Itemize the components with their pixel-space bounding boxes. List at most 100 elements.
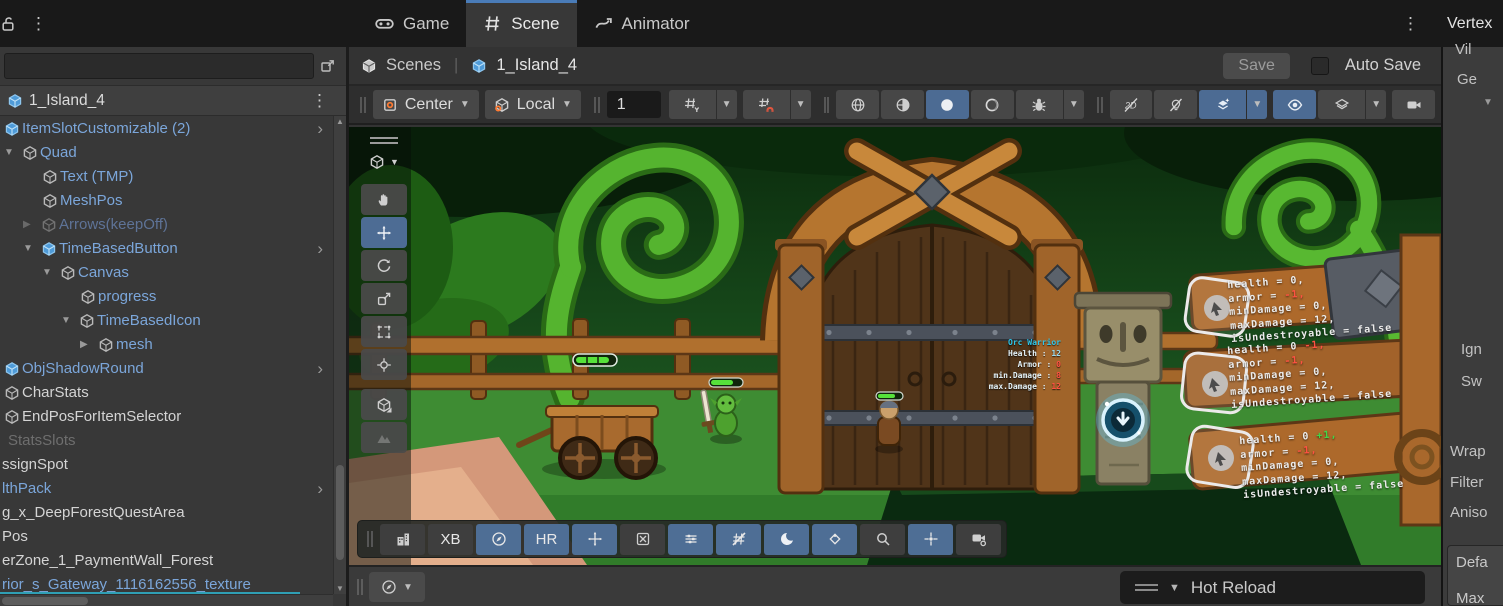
handle-rotation-dropdown[interactable]: Local▼ — [485, 90, 581, 119]
move-overlay-tool-button[interactable] — [572, 524, 617, 555]
unlock-icon[interactable] — [0, 16, 16, 32]
rect-tool-button[interactable] — [361, 316, 407, 347]
search-tool-button[interactable] — [860, 524, 905, 555]
hierarchy-item-g-x-deepforestquestarea[interactable]: g_x_DeepForestQuestArea — [0, 501, 333, 525]
scrollbar-thumb[interactable] — [336, 465, 344, 560]
hierarchy-item-pos[interactable]: Pos — [0, 525, 333, 549]
xb-tool-button[interactable]: XB — [428, 524, 473, 555]
breadcrumb-root[interactable]: Scenes — [386, 56, 441, 75]
shading-wireframe-button[interactable] — [836, 90, 879, 119]
move-tool-button[interactable] — [361, 217, 407, 248]
toolbar-drag-handle[interactable] — [594, 97, 600, 113]
hierarchy-item-arrows-keepoff[interactable]: ▶Arrows(keepOff) — [0, 213, 333, 237]
hierarchy-menu-button[interactable]: ⋮ — [30, 14, 47, 34]
city-builder-tool-button[interactable] — [380, 524, 425, 555]
tab-animator[interactable]: Animator — [577, 0, 707, 47]
hierarchy-item-lthpack[interactable]: lthPack› — [0, 477, 333, 501]
hot-reload-bar[interactable]: ▼ Hot Reload — [1120, 571, 1425, 604]
overlay-drag-handle[interactable] — [370, 137, 398, 144]
grid-snapping-dropdown[interactable]: ▼ — [791, 90, 811, 119]
scene-row-menu-button[interactable]: ⋮ — [311, 91, 328, 111]
camera-navigation-dropdown[interactable]: ▼ — [369, 572, 425, 602]
custom-editor-tool-button[interactable] — [361, 389, 407, 420]
center-pivot-tool-button[interactable] — [908, 524, 953, 555]
scrollbar-thumb[interactable] — [2, 597, 88, 605]
wireframe-toggle-tool-button[interactable] — [716, 524, 761, 555]
scroll-down-icon[interactable]: ▼ — [334, 584, 346, 593]
sliders-tool-button[interactable] — [668, 524, 713, 555]
prefab-open-arrow[interactable]: › — [317, 237, 323, 260]
bar-drag-handle[interactable] — [357, 579, 363, 595]
rotate-tool-button[interactable] — [361, 250, 407, 281]
hierarchy-item-text-tmp[interactable]: Text (TMP) — [0, 165, 333, 189]
view-hand-tool-button[interactable] — [361, 184, 407, 215]
grid-visibility-button[interactable] — [669, 90, 716, 119]
hierarchy-item-statsslots[interactable]: StatsSlots — [0, 429, 333, 453]
hierarchy-item-progress[interactable]: progress — [0, 285, 333, 309]
tab-inspector-vertex[interactable]: Vertex — [1447, 0, 1492, 47]
expander-open-icon[interactable]: ▼ — [23, 237, 33, 261]
hierarchy-scene-row[interactable]: 1_Island_4 ⋮ — [0, 85, 346, 116]
hierarchy-item-mesh[interactable]: ▶mesh — [0, 333, 333, 357]
moon-tool-button[interactable] — [764, 524, 809, 555]
hierarchy-vertical-scrollbar[interactable]: ▲ ▼ — [333, 116, 346, 594]
prefab-open-arrow[interactable]: › — [317, 117, 323, 140]
popout-window-icon[interactable] — [314, 53, 342, 79]
scene-visibility-button[interactable] — [1273, 90, 1316, 119]
grid-snapping-button[interactable] — [743, 90, 790, 119]
hierarchy-item-rior-s-gateway-1116162556-texture[interactable]: rior_s_Gateway_1116162556_texture — [0, 573, 333, 594]
tab-game[interactable]: Game — [358, 0, 466, 47]
camera-settings-button[interactable] — [1392, 90, 1435, 119]
toolbar-drag-handle[interactable] — [1097, 97, 1103, 113]
prefab-open-arrow[interactable]: › — [317, 357, 323, 380]
hr-tool-button[interactable]: HR — [524, 524, 569, 555]
terrain-tool-button[interactable] — [361, 422, 407, 453]
hierarchy-item-timebasedicon[interactable]: ▼TimeBasedIcon — [0, 309, 333, 333]
hierarchy-item-timebasedbutton[interactable]: ▼TimeBasedButton› — [0, 237, 333, 261]
scale-tool-button[interactable] — [361, 283, 407, 314]
compass-tool-button[interactable] — [476, 524, 521, 555]
debug-draw-mode-dropdown[interactable]: ▼ — [1064, 90, 1084, 119]
save-button[interactable]: Save — [1223, 53, 1289, 79]
shading-unlit-button[interactable] — [971, 90, 1014, 119]
view-options-dropdown[interactable]: ▼ — [359, 154, 409, 170]
handle-position-dropdown[interactable]: Center▼ — [373, 90, 479, 119]
hot-reload-drag-handle[interactable] — [1135, 584, 1158, 591]
toggle-2d-button[interactable]: 2D — [1110, 90, 1153, 119]
prefab-open-arrow[interactable]: › — [317, 477, 323, 500]
expander-open-icon[interactable]: ▼ — [61, 309, 71, 333]
layers-button[interactable] — [1318, 90, 1365, 119]
layers-dropdown[interactable]: ▼ — [1366, 90, 1386, 119]
chevron-down-icon[interactable]: ▼ — [1169, 582, 1180, 594]
hierarchy-horizontal-scrollbar[interactable] — [0, 594, 333, 606]
expander-open-icon[interactable]: ▼ — [42, 261, 52, 285]
hierarchy-item-ssignspot[interactable]: ssignSpot — [0, 453, 333, 477]
timescale-tool-button[interactable] — [620, 524, 665, 555]
scroll-up-icon[interactable]: ▲ — [334, 117, 346, 126]
gem-tool-button[interactable] — [812, 524, 857, 555]
toggle-scene-lighting-button[interactable] — [1154, 90, 1197, 119]
auto-save-checkbox[interactable] — [1311, 57, 1329, 75]
scene-viewport[interactable]: Orc WarriorHealth : 12Armor : 0min.Damag… — [349, 127, 1441, 565]
transform-tool-button[interactable] — [361, 349, 407, 380]
hierarchy-item-charstats[interactable]: CharStats — [0, 381, 333, 405]
expander-closed-icon[interactable]: ▶ — [23, 213, 31, 237]
tab-scene[interactable]: Scene — [466, 0, 576, 47]
hierarchy-item-meshpos[interactable]: MeshPos — [0, 189, 333, 213]
toolbar-drag-handle[interactable] — [360, 97, 366, 113]
expander-closed-icon[interactable]: ▶ — [80, 333, 88, 357]
scene-effects-dropdown[interactable]: ▼ — [1247, 90, 1267, 119]
hierarchy-item-canvas[interactable]: ▼Canvas — [0, 261, 333, 285]
scene-effects-button[interactable] — [1199, 90, 1246, 119]
grid-size-field[interactable]: 1 — [607, 91, 661, 118]
hierarchy-item-erzone-1-paymentwall-forest[interactable]: erZone_1_PaymentWall_Forest — [0, 549, 333, 573]
scene-panel-menu-button[interactable]: ⋮ — [1402, 0, 1419, 47]
overlay-drag-handle[interactable] — [367, 531, 373, 547]
breadcrumb-current[interactable]: 1_Island_4 — [496, 56, 577, 75]
hierarchy-item-endposforitemselector[interactable]: EndPosForItemSelector — [0, 405, 333, 429]
hierarchy-item-objshadowround[interactable]: ObjShadowRound› — [0, 357, 333, 381]
grid-visibility-dropdown[interactable]: ▼ — [717, 90, 737, 119]
debug-draw-mode-button[interactable] — [1016, 90, 1063, 119]
camera-record-tool-button[interactable] — [956, 524, 1001, 555]
toolbar-drag-handle[interactable] — [824, 97, 830, 113]
